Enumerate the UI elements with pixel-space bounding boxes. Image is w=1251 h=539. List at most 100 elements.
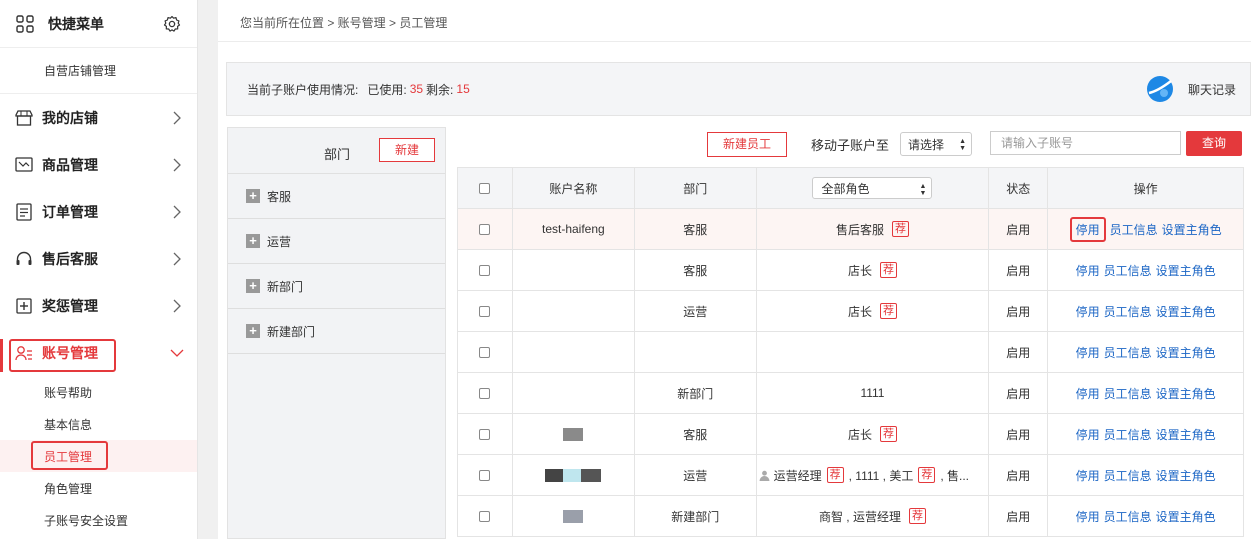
set-main-role-link[interactable]: 设置主角色: [1156, 508, 1216, 525]
header-checkbox-cell: [458, 168, 513, 208]
role-name: 商智 , 运营经理: [818, 509, 901, 524]
department-item[interactable]: + 新建部门: [228, 309, 445, 354]
role-cell: 运营经理 荐 , 1111 , 美工 荐 , 售...: [757, 455, 990, 495]
department-item[interactable]: + 客服: [228, 174, 445, 219]
disable-link[interactable]: 停用: [1076, 426, 1100, 443]
role-name: 店长: [847, 263, 872, 278]
role-name: 售后客服: [835, 222, 884, 237]
role-filter-select[interactable]: 全部角色 ▲ ▼: [812, 177, 933, 199]
ops-cell: 停用 员工信息 设置主角色: [1048, 414, 1244, 454]
disable-link[interactable]: 停用: [1076, 262, 1100, 279]
employee-info-link[interactable]: 员工信息: [1104, 426, 1152, 443]
chat-record-link[interactable]: 聊天记录: [1146, 75, 1236, 103]
row-checkbox[interactable]: [479, 223, 491, 235]
set-main-role-link[interactable]: 设置主角色: [1156, 385, 1216, 402]
person-icon: [759, 470, 770, 481]
set-main-role-link[interactable]: 设置主角色: [1156, 344, 1216, 361]
sidebar-item-my-store[interactable]: 我的店铺: [0, 94, 197, 141]
row-checkbox[interactable]: [479, 387, 491, 399]
account-name: [513, 496, 635, 536]
checkbox-cell: [458, 373, 513, 413]
set-main-role-link[interactable]: 设置主角色: [1156, 426, 1216, 443]
expand-plus-icon[interactable]: +: [246, 279, 260, 293]
subaccount-search-input[interactable]: 请输入子账号: [990, 131, 1181, 155]
status: 启用: [989, 332, 1049, 372]
table-row: 运营 运营经理 荐 , 1111 , 美工 荐 , 售... 启用 停用 员工信息…: [458, 455, 1244, 496]
submenu-subaccount-security[interactable]: 子账号安全设置: [0, 504, 197, 536]
new-employee-button[interactable]: 新建员工: [707, 131, 787, 157]
ops-cell: 停用 员工信息 设置主角色: [1048, 496, 1244, 536]
sidebar-item-rewards[interactable]: 奖惩管理: [0, 282, 197, 329]
employee-info-link[interactable]: 员工信息: [1104, 467, 1152, 484]
chevron-right-icon: [157, 205, 197, 219]
expand-plus-icon[interactable]: +: [246, 324, 260, 338]
select-all-checkbox[interactable]: [479, 182, 491, 194]
disable-link[interactable]: 停用: [1076, 467, 1100, 484]
role-name: , 售...: [940, 468, 970, 483]
order-list-icon: [15, 202, 33, 221]
submenu-employee-management[interactable]: 员工管理: [0, 440, 197, 472]
disable-link[interactable]: 停用: [1076, 344, 1100, 361]
chat-bubble-icon: [1146, 76, 1173, 102]
highlight-box: [31, 441, 108, 470]
account-dept: 客服: [635, 209, 757, 249]
disable-link[interactable]: 停用: [1076, 508, 1100, 525]
expand-plus-icon[interactable]: +: [246, 189, 260, 203]
redacted-name: [563, 427, 584, 441]
redacted-name: [563, 468, 582, 482]
disable-link[interactable]: 停用: [1076, 303, 1100, 320]
checkbox-cell: [458, 455, 513, 495]
ops-cell: 停用 员工信息 设置主角色: [1048, 209, 1244, 249]
submenu-role-management[interactable]: 角色管理: [0, 472, 197, 504]
disable-link[interactable]: 停用: [1069, 216, 1106, 242]
department-label: 客服: [267, 189, 292, 204]
employee-info-link[interactable]: 员工信息: [1104, 508, 1152, 525]
sidebar-item-goods[interactable]: 商品管理: [0, 141, 197, 188]
disable-link[interactable]: 停用: [1076, 385, 1100, 402]
department-label: 新部门: [267, 279, 304, 294]
row-checkbox[interactable]: [479, 428, 491, 440]
employee-info-link[interactable]: 员工信息: [1104, 262, 1152, 279]
expand-plus-icon[interactable]: +: [246, 234, 260, 248]
employee-info-link[interactable]: 员工信息: [1104, 303, 1152, 320]
row-checkbox[interactable]: [479, 305, 491, 317]
shortcut-self-store[interactable]: 自营店铺管理: [0, 48, 197, 94]
move-to-select[interactable]: 请选择 ▲ ▼: [900, 132, 973, 156]
used-count: 35: [409, 82, 424, 96]
sidebar-item-after-sales[interactable]: 售后客服: [0, 235, 197, 282]
account-name: test-haifeng: [513, 209, 635, 249]
recommend-tag: 荐: [891, 221, 909, 237]
sidebar-title: 快捷菜单: [48, 15, 104, 32]
checkbox-cell: [458, 414, 513, 454]
row-checkbox[interactable]: [479, 510, 491, 522]
department-item[interactable]: + 运营: [228, 219, 445, 264]
account-name: [513, 250, 635, 290]
role-name: 店长: [847, 427, 872, 442]
employee-info-link[interactable]: 员工信息: [1104, 344, 1152, 361]
employee-info-link[interactable]: 员工信息: [1104, 385, 1152, 402]
set-main-role-link[interactable]: 设置主角色: [1162, 221, 1222, 238]
new-department-button[interactable]: 新建: [379, 138, 435, 162]
grid-menu-icon: [16, 14, 34, 33]
header-role-cell: 全部角色 ▲ ▼: [757, 168, 990, 208]
account-dept: 运营: [635, 455, 757, 495]
set-main-role-link[interactable]: 设置主角色: [1156, 262, 1216, 279]
row-checkbox[interactable]: [479, 469, 491, 481]
search-button[interactable]: 查询: [1186, 131, 1242, 156]
row-checkbox[interactable]: [479, 264, 491, 276]
status: 启用: [989, 209, 1049, 249]
table-row: 运营 店长荐 启用 停用 员工信息 设置主角色: [458, 291, 1244, 332]
gear-icon[interactable]: [163, 15, 181, 33]
sidebar-item-orders[interactable]: 订单管理: [0, 188, 197, 235]
row-checkbox[interactable]: [479, 346, 491, 358]
set-main-role-link[interactable]: 设置主角色: [1156, 303, 1216, 320]
submenu-account-help[interactable]: 账号帮助: [0, 376, 197, 408]
submenu-basic-info[interactable]: 基本信息: [0, 408, 197, 440]
set-main-role-link[interactable]: 设置主角色: [1156, 467, 1216, 484]
department-item[interactable]: + 新部门: [228, 264, 445, 309]
employee-info-link[interactable]: 员工信息: [1110, 221, 1158, 238]
ops-cell: 停用 员工信息 设置主角色: [1048, 291, 1244, 331]
account-name: [513, 455, 635, 495]
status: 启用: [989, 414, 1049, 454]
account-dept: [635, 332, 757, 372]
